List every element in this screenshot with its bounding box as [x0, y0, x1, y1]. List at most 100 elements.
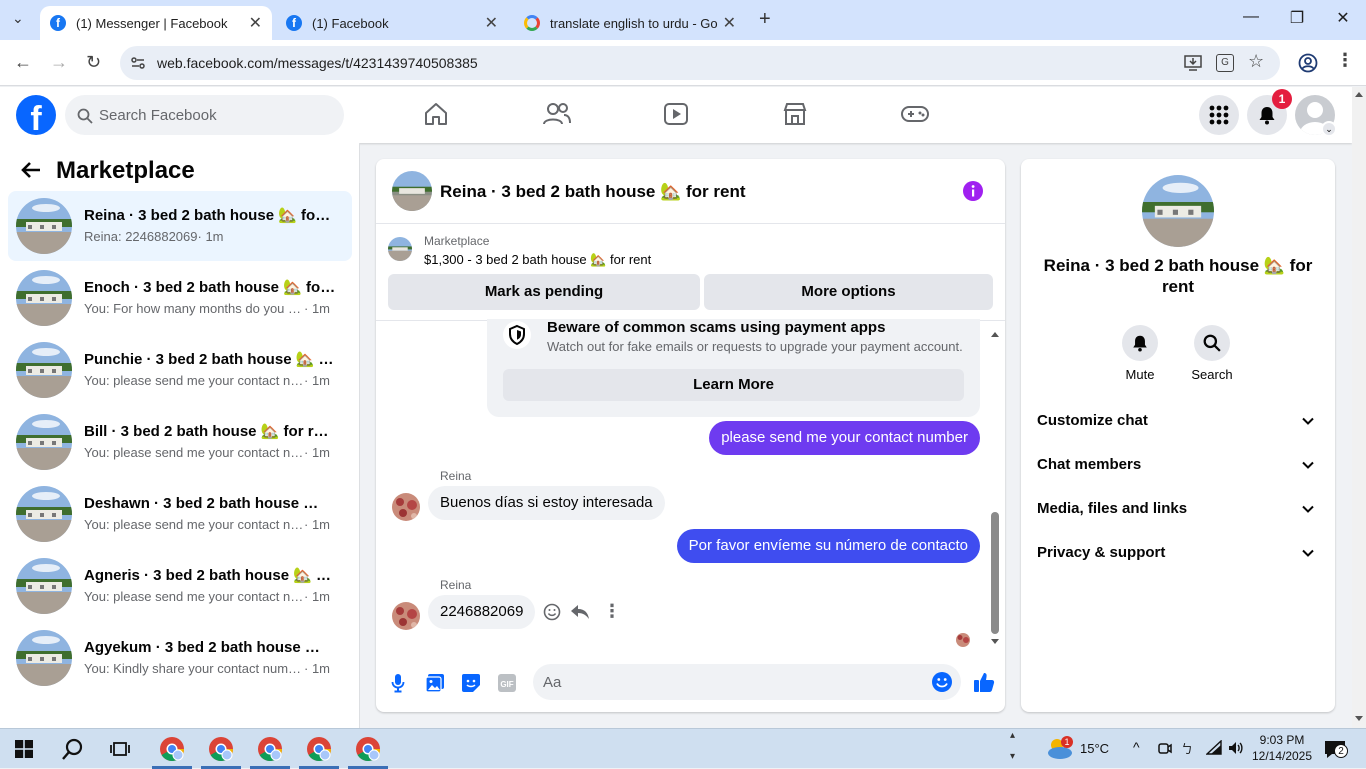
restore-icon[interactable]: ❐: [1274, 8, 1320, 28]
tab-facebook[interactable]: f (1) Facebook ✕: [276, 6, 508, 40]
conversation-time: · 1m: [304, 661, 330, 676]
translate-icon[interactable]: G: [1216, 54, 1234, 72]
marketplace-icon[interactable]: [782, 101, 808, 127]
close-icon[interactable]: ✕: [485, 13, 498, 33]
forward-icon[interactable]: →: [50, 52, 68, 73]
close-icon[interactable]: ✕: [723, 13, 736, 33]
address-bar[interactable]: web.facebook.com/messages/t/423143974050…: [120, 46, 1280, 80]
scroll-up-icon[interactable]: ▴: [1010, 730, 1015, 741]
mute-button[interactable]: Mute: [1110, 325, 1170, 382]
bell-icon: [1259, 107, 1275, 125]
chrome-app-icon[interactable]: [354, 735, 382, 763]
conversation-item[interactable]: Reina · 3 bed 2 bath house 🏡 for rent Rei…: [8, 191, 352, 261]
windows-taskbar: ▴ ▾ 1 15°C ^ ㄅ 9:03 PM 12/14/2025 2: [0, 728, 1366, 769]
window-close-icon[interactable]: ✕: [1320, 8, 1366, 28]
search-label: Search: [1191, 367, 1233, 382]
page-scrollbar[interactable]: [1352, 87, 1366, 728]
taskbar-search-icon[interactable]: [61, 737, 85, 761]
search-input[interactable]: [99, 95, 329, 135]
bookmark-star-icon[interactable]: ☆: [1248, 51, 1264, 72]
gif-icon[interactable]: GIF: [497, 673, 517, 693]
new-tab-icon[interactable]: +: [759, 8, 771, 31]
outgoing-message[interactable]: please send me your contact number: [709, 421, 980, 455]
task-view-icon[interactable]: [110, 739, 130, 759]
react-emoji-icon[interactable]: [543, 603, 561, 621]
message-input[interactable]: [543, 664, 923, 700]
conversation-name: Punchie · 3 bed 2 bath house 🏡 for rent: [84, 351, 336, 368]
house-photo-icon: [16, 342, 72, 398]
conversation-item[interactable]: Bill · 3 bed 2 bath house 🏡 for rent You:…: [8, 407, 352, 477]
conversation-item[interactable]: Agyekum · 3 bed 2 bath house 🏡 for rent Y…: [8, 623, 352, 693]
tab-messenger[interactable]: f (1) Messenger | Facebook ✕: [40, 6, 272, 40]
facebook-logo-icon[interactable]: f: [16, 95, 56, 135]
conversation-item[interactable]: Enoch · 3 bed 2 bath house 🏡 for rent You…: [8, 263, 352, 333]
emoji-icon[interactable]: [932, 672, 952, 692]
reply-icon[interactable]: [570, 603, 590, 621]
site-info-icon[interactable]: [130, 55, 146, 71]
reina-avatar[interactable]: [392, 602, 420, 630]
home-icon[interactable]: [423, 101, 449, 127]
friends-icon[interactable]: [543, 101, 571, 127]
gaming-icon[interactable]: [901, 101, 929, 127]
scroll-down-icon[interactable]: ▾: [1010, 751, 1015, 762]
chrome-app-icon[interactable]: [207, 735, 235, 763]
chrome-app-icon[interactable]: [158, 735, 186, 763]
reina-avatar[interactable]: [392, 493, 420, 521]
conversation-item[interactable]: Deshawn · 3 bed 2 bath house 🏡 for rent Y…: [8, 479, 352, 549]
chat-thumbnail[interactable]: [392, 171, 432, 211]
chrome-icon: [209, 737, 233, 762]
tab-search-icon[interactable]: ⌄: [12, 10, 24, 27]
conversation-item[interactable]: Punchie · 3 bed 2 bath house 🏡 for rent Y…: [8, 335, 352, 405]
outgoing-message[interactable]: Por favor envíeme su número de contacto: [676, 529, 980, 563]
sticker-icon[interactable]: [461, 673, 481, 693]
conversation-preview-row: You: please send me your contact number ·…: [84, 373, 340, 388]
conversation-name: Reina · 3 bed 2 bath house 🏡 for rent: [84, 207, 336, 224]
volume-icon[interactable]: [1227, 740, 1243, 756]
message-composer[interactable]: [533, 664, 961, 700]
windows-start-icon[interactable]: [15, 740, 33, 758]
incoming-message[interactable]: 2246882069: [428, 595, 536, 629]
chrome-app-icon[interactable]: [305, 735, 333, 763]
wifi-icon[interactable]: [1206, 740, 1222, 756]
show-hidden-icons-icon[interactable]: ^: [1133, 739, 1140, 755]
video-icon[interactable]: [663, 101, 689, 127]
back-icon[interactable]: ←: [14, 52, 32, 73]
account-chevron-icon[interactable]: ⌄: [1321, 121, 1337, 137]
privacy-support-row[interactable]: Privacy & support: [1037, 544, 1319, 568]
browser-menu-icon[interactable]: ⋮: [1336, 50, 1354, 71]
microphone-icon[interactable]: [391, 673, 405, 693]
conversation-item[interactable]: Agneris · 3 bed 2 bath house 🏡 for rent Y…: [8, 551, 352, 621]
info-icon[interactable]: [963, 181, 983, 201]
media-files-row[interactable]: Media, files and links: [1037, 500, 1319, 524]
more-options-button[interactable]: More options: [704, 274, 993, 310]
menu-grid-button[interactable]: [1199, 95, 1239, 135]
minimize-icon[interactable]: —: [1228, 8, 1274, 26]
conversation-preview: You: Kindly share your contact number: [84, 661, 304, 676]
close-icon[interactable]: ✕: [249, 13, 262, 33]
reload-icon[interactable]: ↻: [86, 52, 101, 73]
clock[interactable]: 9:03 PM 12/14/2025: [1250, 732, 1314, 764]
tab-google[interactable]: translate english to urdu - Goo ✕: [514, 6, 746, 40]
mark-pending-button[interactable]: Mark as pending: [388, 274, 700, 310]
facebook-search[interactable]: [65, 95, 344, 135]
customize-chat-row[interactable]: Customize chat: [1037, 412, 1319, 436]
chat-scrollbar[interactable]: [990, 329, 1000, 649]
meet-now-icon[interactable]: [1158, 741, 1172, 757]
chat-members-row[interactable]: Chat members: [1037, 456, 1319, 480]
photo-icon[interactable]: [425, 673, 445, 693]
input-method-icon[interactable]: ㄅ: [1181, 740, 1193, 757]
scam-description: Watch out for fake emails or requests to…: [547, 339, 963, 354]
back-arrow-icon[interactable]: [20, 159, 42, 181]
conversation-preview-row: You: please send me your contact number ·…: [84, 517, 340, 532]
learn-more-button[interactable]: Learn More: [503, 369, 964, 401]
profile-icon[interactable]: [1298, 53, 1318, 73]
incoming-message[interactable]: Buenos días si estoy interesada: [428, 486, 665, 520]
install-app-icon[interactable]: [1184, 55, 1202, 71]
section-label: Chat members: [1037, 456, 1142, 473]
listing-summary[interactable]: $1,300 - 3 bed 2 bath house 🏡 for rent: [424, 252, 651, 268]
chrome-app-icon[interactable]: [256, 735, 284, 763]
like-thumb-icon[interactable]: [973, 671, 995, 693]
info-thumbnail[interactable]: [1142, 175, 1214, 247]
more-icon[interactable]: ⋮: [603, 601, 621, 622]
search-chat-button[interactable]: Search: [1182, 325, 1242, 382]
